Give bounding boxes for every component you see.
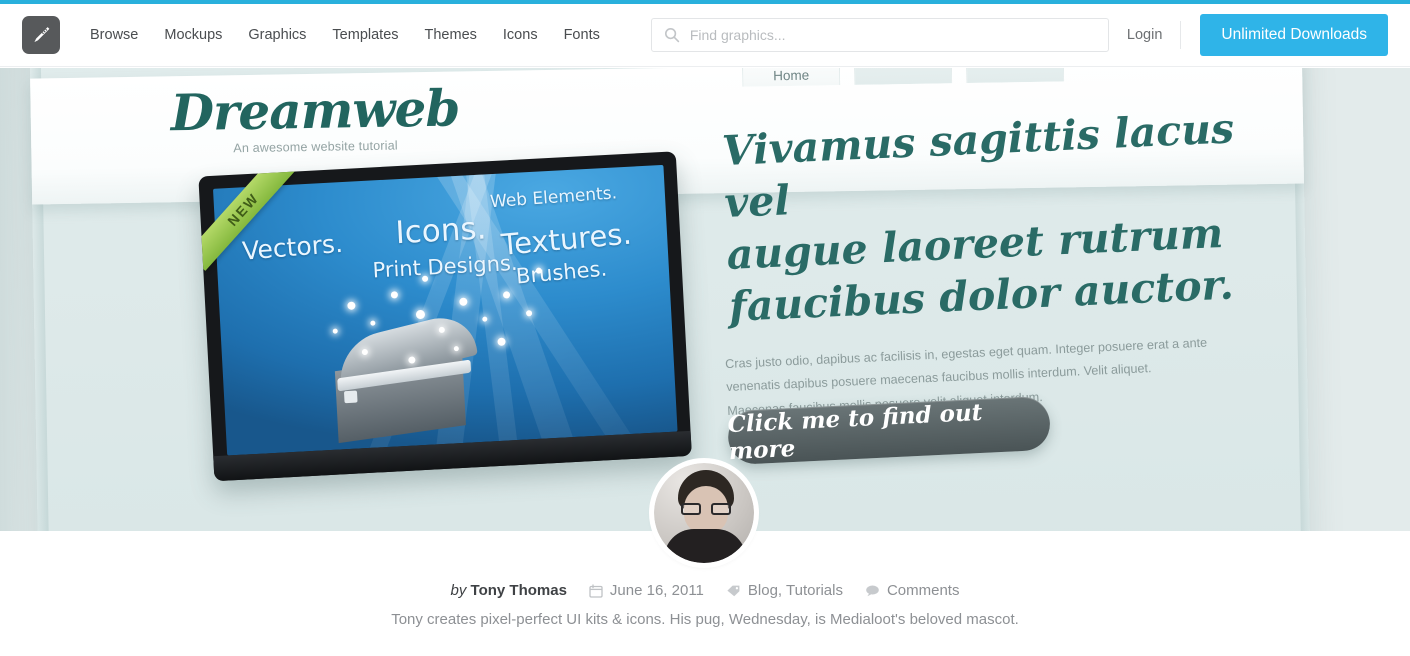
nav-item-mockups[interactable]: Mockups (151, 22, 235, 49)
post-date-text: June 16, 2011 (609, 582, 704, 599)
glasses-icon (681, 503, 731, 515)
treasure-chest-icon (333, 309, 488, 444)
page-root: Browse Mockups Graphics Templates Themes… (0, 0, 1410, 656)
post-categories-text[interactable]: Blog, Tutorials (748, 583, 843, 598)
nav-item-themes[interactable]: Themes (412, 22, 490, 49)
hero-website-sheet: Dreamweb An awesome website tutorial Hom… (27, 68, 1313, 531)
hero-brand-name: Dreamweb (170, 78, 460, 143)
hero-tab-2[interactable] (853, 68, 953, 85)
post-author: by Tony Thomas (451, 583, 567, 598)
post-date: June 16, 2011 (589, 583, 704, 598)
screen-word-brushes: Brushes. (515, 256, 608, 289)
hero-brand: Dreamweb An awesome website tutorial (170, 78, 460, 156)
main-nav: Browse Mockups Graphics Templates Themes… (77, 22, 613, 49)
avatar (654, 463, 754, 563)
author-name: Tony Thomas (470, 582, 567, 599)
post-categories: Blog, Tutorials (726, 583, 843, 598)
hero-nav-tabs: Home (741, 68, 1065, 87)
nav-item-browse[interactable]: Browse (77, 22, 151, 49)
hero-tab-3[interactable] (965, 68, 1065, 84)
search-container (650, 18, 1109, 52)
hero-headline: Vivamus sagittis lacus vel augue laoreet… (721, 102, 1250, 333)
unlimited-downloads-button[interactable]: Unlimited Downloads (1200, 14, 1388, 56)
nav-item-templates[interactable]: Templates (319, 22, 411, 49)
header-divider (1180, 21, 1182, 49)
search-input[interactable] (650, 18, 1109, 52)
monitor-graphic: Vectors. Icons. Web Elements. Textures. … (198, 151, 692, 482)
new-ribbon-badge: NEW (198, 171, 307, 280)
login-link[interactable]: Login (1109, 27, 1180, 43)
by-prefix: by (450, 582, 467, 599)
pencil-logo-icon[interactable] (22, 16, 60, 54)
new-ribbon-label: NEW (198, 171, 301, 271)
post-comments-text[interactable]: Comments (887, 583, 960, 598)
hero-tab-home[interactable]: Home (741, 68, 841, 87)
nav-item-graphics[interactable]: Graphics (235, 22, 319, 49)
post-description: Tony creates pixel-perfect UI kits & ico… (391, 611, 1019, 628)
post-comments: Comments (865, 583, 960, 598)
screen-word-icons: Icons. (394, 210, 488, 252)
screen-word-textures: Textures. (499, 216, 633, 262)
screen-word-web-elements: Web Elements. (489, 183, 618, 213)
hero-preview[interactable]: Dreamweb An awesome website tutorial Hom… (0, 68, 1410, 531)
calendar-icon (589, 583, 603, 598)
comment-icon (865, 584, 880, 597)
hero-copy: Vivamus sagittis lacus vel augue laoreet… (721, 104, 1246, 424)
nav-item-icons[interactable]: Icons (490, 22, 551, 49)
site-header: Browse Mockups Graphics Templates Themes… (0, 4, 1410, 67)
post-meta-row: by Tony Thomas June 16, 2011 Blog, Tutor… (0, 583, 1410, 598)
tag-icon (726, 584, 741, 598)
nav-item-fonts[interactable]: Fonts (551, 22, 613, 49)
header-actions: Login Unlimited Downloads (1109, 14, 1410, 56)
